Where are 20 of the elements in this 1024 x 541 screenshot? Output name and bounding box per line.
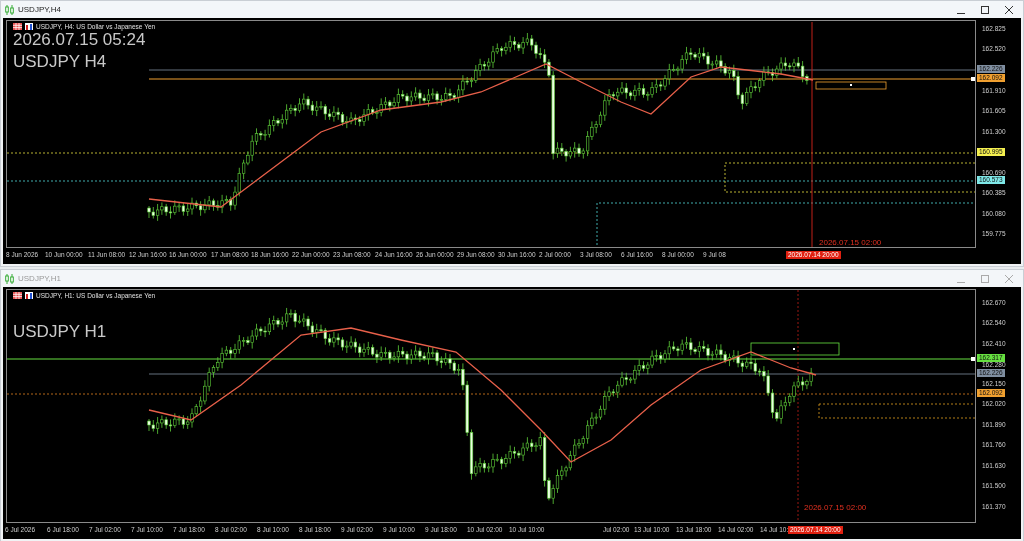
time-marker-label: 2026.07.15 02:00 [819,238,882,247]
chart-overlay-text: USDJPY H4 [13,52,107,72]
grid-icon [13,292,22,299]
bar-chart-icon [25,292,33,299]
close-icon [1005,5,1013,14]
range-box [815,81,887,90]
maximize-icon [981,5,989,14]
chart-overlay-text: USDJPY H1 [13,322,107,342]
window-title: USDJPY,H4 [18,5,62,14]
time-marker-label: 2026.07.15 02:00 [804,503,867,512]
close-icon [1005,274,1013,283]
maximize-icon [981,274,989,283]
bar-chart-icon [25,23,33,30]
minimize-icon [957,281,965,283]
minimize-icon [957,12,965,14]
chart-overlay-text: 2026.07.15 05:24 [13,30,146,50]
grid-icon [13,23,22,30]
candlestick-icon [5,273,14,284]
candlestick-icon [5,4,14,15]
window-title: USDJPY,H1 [18,274,62,283]
